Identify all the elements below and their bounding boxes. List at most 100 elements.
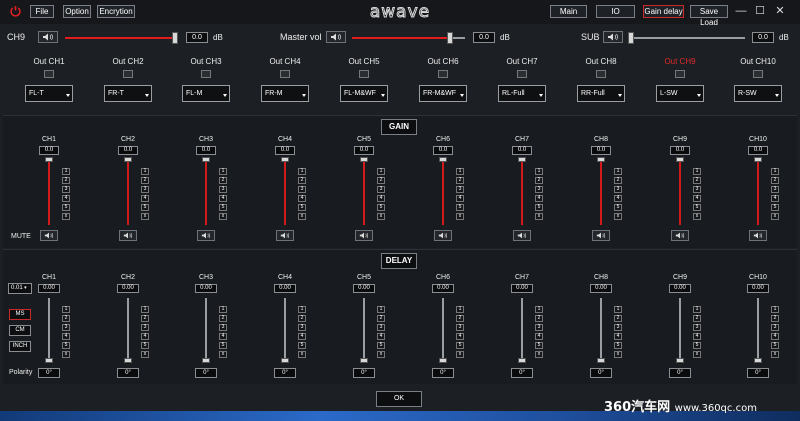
- gain-preset-button[interactable]: 4: [456, 195, 464, 202]
- delay-preset-button[interactable]: 1: [141, 306, 149, 313]
- delay-preset-button[interactable]: 3: [535, 324, 543, 331]
- delay-preset-button[interactable]: x: [456, 351, 464, 358]
- gain-value-field[interactable]: 0.0: [275, 146, 295, 155]
- gain-preset-button[interactable]: x: [771, 213, 779, 220]
- gain-preset-button[interactable]: 4: [141, 195, 149, 202]
- gain-fader-track[interactable]: [205, 160, 207, 225]
- gain-fader-thumb[interactable]: [360, 157, 368, 162]
- gain-fader-thumb[interactable]: [754, 157, 762, 162]
- gain-preset-button[interactable]: 5: [219, 204, 227, 211]
- gain-preset-button[interactable]: 3: [693, 186, 701, 193]
- maximize-icon[interactable]: ☐: [752, 3, 768, 19]
- gain-preset-button[interactable]: 4: [771, 195, 779, 202]
- gain-value-field[interactable]: 0.0: [196, 146, 216, 155]
- gain-preset-button[interactable]: 2: [298, 177, 306, 184]
- delay-fader-track[interactable]: [284, 298, 286, 362]
- out-channel-assign-select[interactable]: FL-M: [182, 85, 230, 102]
- polarity-field[interactable]: 0°: [38, 368, 60, 378]
- delay-value-field[interactable]: 0.00: [274, 284, 296, 293]
- delay-preset-button[interactable]: 2: [456, 315, 464, 322]
- gain-preset-button[interactable]: 1: [456, 168, 464, 175]
- delay-preset-button[interactable]: 3: [614, 324, 622, 331]
- nav-save-load-button[interactable]: Save Load: [690, 5, 728, 27]
- delay-value-field[interactable]: 0.00: [669, 284, 691, 293]
- gain-preset-button[interactable]: 1: [535, 168, 543, 175]
- gain-preset-button[interactable]: 3: [614, 186, 622, 193]
- gain-value-field[interactable]: 0.0: [39, 146, 59, 155]
- delay-preset-button[interactable]: 3: [219, 324, 227, 331]
- delay-preset-button[interactable]: 2: [141, 315, 149, 322]
- link-icon[interactable]: [359, 70, 369, 78]
- gain-preset-button[interactable]: x: [141, 213, 149, 220]
- nav-io-button[interactable]: IO: [596, 5, 635, 18]
- delay-preset-button[interactable]: x: [141, 351, 149, 358]
- ch9-volume-value[interactable]: 0.0: [186, 32, 208, 43]
- nav-gain-delay-button[interactable]: Gain delay: [643, 5, 684, 18]
- delay-preset-button[interactable]: 5: [456, 342, 464, 349]
- sub-mute-button[interactable]: [603, 31, 623, 43]
- gain-preset-button[interactable]: 2: [377, 177, 385, 184]
- gain-preset-button[interactable]: 2: [693, 177, 701, 184]
- gain-preset-button[interactable]: x: [535, 213, 543, 220]
- delay-preset-button[interactable]: 1: [377, 306, 385, 313]
- out-channel-assign-select[interactable]: L-SW: [656, 85, 704, 102]
- gain-value-field[interactable]: 0.0: [354, 146, 374, 155]
- gain-preset-button[interactable]: 1: [298, 168, 306, 175]
- gain-fader-thumb[interactable]: [597, 157, 605, 162]
- delay-preset-button[interactable]: 3: [456, 324, 464, 331]
- ch9-volume-thumb[interactable]: [172, 32, 178, 44]
- delay-preset-button[interactable]: 1: [771, 306, 779, 313]
- delay-preset-button[interactable]: 4: [614, 333, 622, 340]
- gain-preset-button[interactable]: x: [62, 213, 70, 220]
- ch9-volume-slider[interactable]: [65, 32, 178, 44]
- polarity-field[interactable]: 0°: [353, 368, 375, 378]
- delay-preset-button[interactable]: 5: [614, 342, 622, 349]
- delay-preset-button[interactable]: x: [377, 351, 385, 358]
- gain-fader-thumb[interactable]: [124, 157, 132, 162]
- delay-fader-track[interactable]: [205, 298, 207, 362]
- gain-mute-button[interactable]: [276, 230, 294, 241]
- option-menu-button[interactable]: Option: [63, 5, 91, 18]
- delay-value-field[interactable]: 0.00: [353, 284, 375, 293]
- gain-preset-button[interactable]: 5: [456, 204, 464, 211]
- link-icon[interactable]: [438, 70, 448, 78]
- gain-preset-button[interactable]: 5: [614, 204, 622, 211]
- delay-value-field[interactable]: 0.00: [195, 284, 217, 293]
- out-channel-assign-select[interactable]: R-SW: [734, 85, 782, 102]
- sub-volume-slider[interactable]: [628, 32, 745, 44]
- delay-fader-thumb[interactable]: [45, 358, 53, 363]
- delay-preset-button[interactable]: 3: [298, 324, 306, 331]
- gain-preset-button[interactable]: 5: [535, 204, 543, 211]
- gain-preset-button[interactable]: 5: [377, 204, 385, 211]
- delay-preset-button[interactable]: 4: [693, 333, 701, 340]
- delay-fader-thumb[interactable]: [202, 358, 210, 363]
- ch9-mute-button[interactable]: [38, 31, 58, 43]
- delay-value-field[interactable]: 0.00: [747, 284, 769, 293]
- delay-preset-button[interactable]: 1: [614, 306, 622, 313]
- gain-preset-button[interactable]: 2: [771, 177, 779, 184]
- delay-value-field[interactable]: 0.00: [511, 284, 533, 293]
- gain-preset-button[interactable]: 3: [219, 186, 227, 193]
- delay-preset-button[interactable]: 5: [377, 342, 385, 349]
- delay-preset-button[interactable]: x: [614, 351, 622, 358]
- master-volume-slider[interactable]: [352, 32, 465, 44]
- delay-fader-track[interactable]: [48, 298, 50, 362]
- gain-preset-button[interactable]: x: [456, 213, 464, 220]
- delay-preset-button[interactable]: 2: [614, 315, 622, 322]
- delay-preset-button[interactable]: 1: [456, 306, 464, 313]
- delay-preset-button[interactable]: 2: [298, 315, 306, 322]
- master-volume-value[interactable]: 0.0: [473, 32, 495, 43]
- delay-preset-button[interactable]: 5: [219, 342, 227, 349]
- delay-preset-button[interactable]: 4: [456, 333, 464, 340]
- delay-preset-button[interactable]: 5: [771, 342, 779, 349]
- gain-preset-button[interactable]: 5: [693, 204, 701, 211]
- delay-fader-track[interactable]: [679, 298, 681, 362]
- gain-preset-button[interactable]: 3: [141, 186, 149, 193]
- delay-value-field[interactable]: 0.00: [117, 284, 139, 293]
- link-icon[interactable]: [675, 70, 685, 78]
- out-channel-assign-select[interactable]: FL-T: [25, 85, 73, 102]
- delay-preset-button[interactable]: 1: [62, 306, 70, 313]
- delay-preset-button[interactable]: 4: [377, 333, 385, 340]
- delay-fader-track[interactable]: [600, 298, 602, 362]
- sub-volume-thumb[interactable]: [628, 32, 634, 44]
